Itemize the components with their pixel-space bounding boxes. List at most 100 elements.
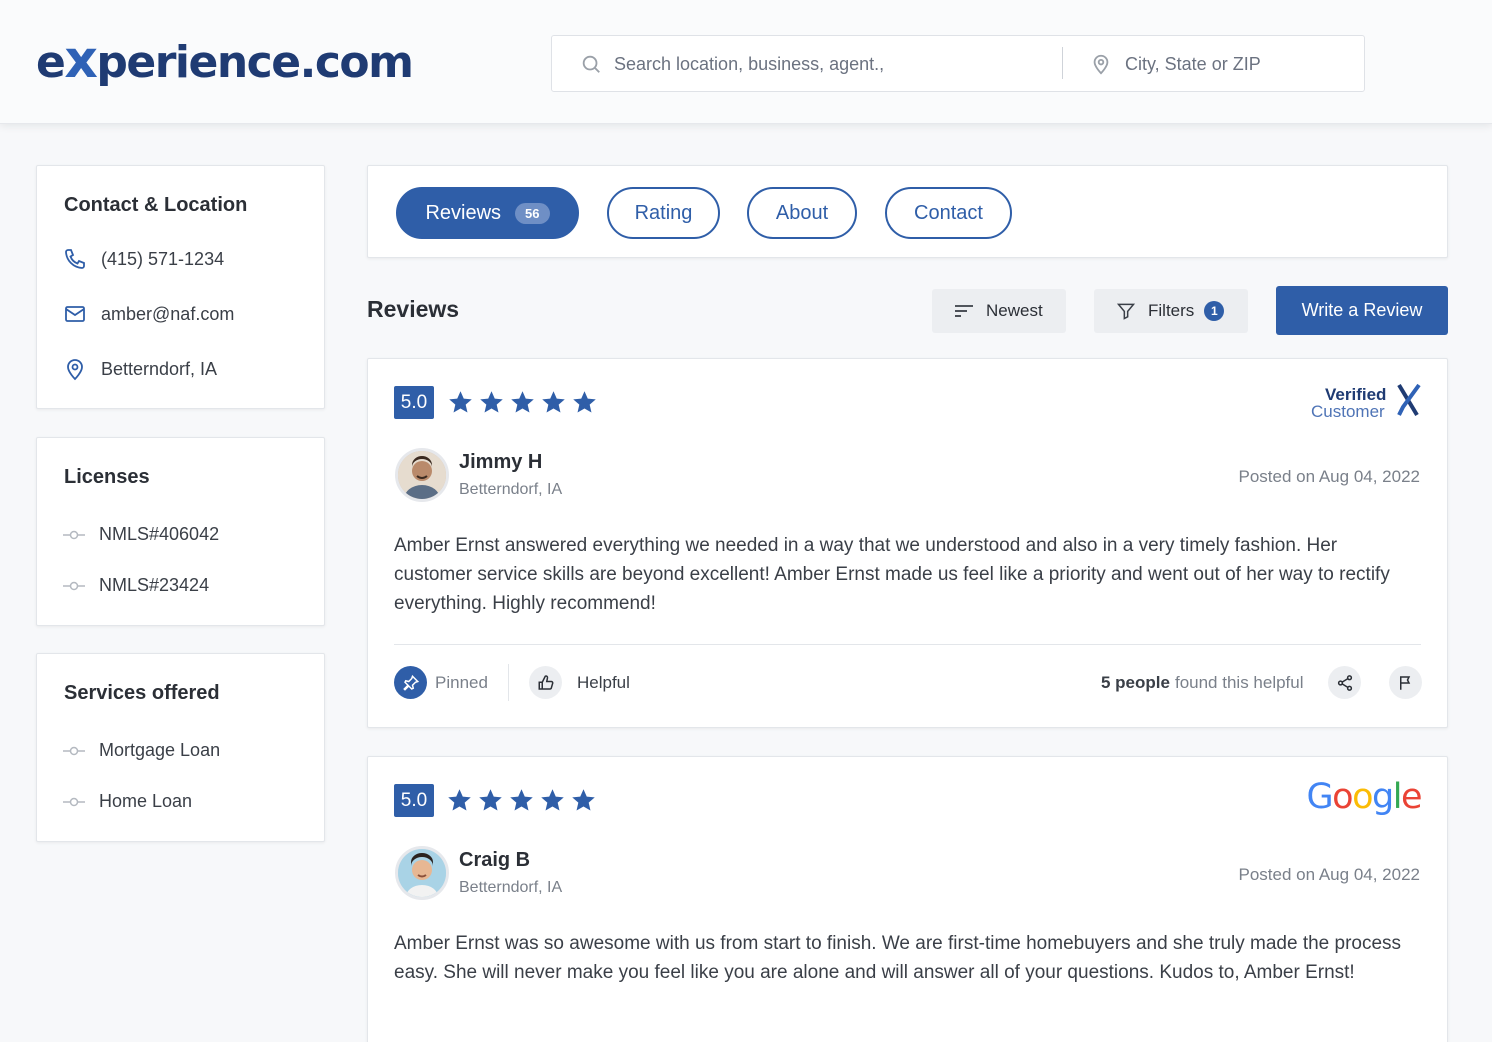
write-review-button[interactable]: Write a Review: [1276, 286, 1448, 335]
review-text: Amber Ernst answered everything we neede…: [394, 535, 1390, 614]
logo-text-pre: e: [36, 37, 66, 88]
site-logo[interactable]: experience.com: [36, 30, 414, 90]
bullet-icon: [63, 746, 85, 755]
verified-customer-badge: Verified Customer: [1311, 383, 1421, 421]
google-logo-text: Google: [1306, 777, 1423, 817]
bullet-icon: [63, 581, 85, 590]
share-icon: [1328, 666, 1361, 699]
google-logo-letter: o: [1332, 777, 1353, 817]
review-card: 5.0 Verified Customer Jimmy H Betterndor…: [367, 358, 1448, 728]
customer-text: Customer: [1311, 402, 1385, 421]
google-logo-letter: g: [1372, 777, 1394, 817]
reviews-count-badge: 56: [515, 202, 550, 224]
sort-label: Newest: [986, 301, 1043, 320]
email-text: amber@naf.com: [101, 303, 235, 324]
tab-contact[interactable]: Contact: [885, 187, 1012, 239]
star-icon: [511, 391, 534, 413]
footer-divider: [508, 664, 509, 701]
star-icon: [449, 391, 472, 413]
tab-about[interactable]: About: [747, 187, 857, 239]
sort-newest-button[interactable]: Newest: [932, 289, 1066, 333]
google-logo-letter: l: [1392, 777, 1403, 817]
star-icon: [542, 391, 565, 413]
tab-reviews[interactable]: Reviews 56: [396, 187, 579, 239]
review-date: Posted on Aug 04, 2022: [1238, 865, 1421, 884]
tab-bar: Reviews 56 Rating About Contact: [367, 165, 1448, 258]
license-item: NMLS#406042: [63, 524, 219, 545]
logo-text-x: x: [64, 30, 98, 90]
search-icon: [582, 55, 600, 73]
top-header: experience.com: [0, 0, 1492, 124]
star-icon: [448, 789, 471, 811]
avatar: [395, 448, 449, 502]
review-divider: [394, 644, 1421, 645]
contact-location: Betterndorf, IA: [63, 357, 217, 381]
star-rating: [446, 787, 597, 814]
reviewer-location: Betterndorf, IA: [459, 481, 563, 498]
location-pin-icon: [67, 359, 83, 381]
reviews-heading: Reviews: [367, 296, 460, 322]
service-text: Home Loan: [99, 791, 193, 811]
google-logo-letter: G: [1306, 777, 1334, 817]
contact-email[interactable]: amber@naf.com: [63, 302, 234, 326]
search-bar: [551, 35, 1365, 92]
filters-label: Filters: [1148, 301, 1195, 320]
review-card: 5.0 Google Craig B Betterndorf, IA Poste…: [367, 756, 1448, 1042]
star-icon: [573, 391, 596, 413]
bullet-icon: [63, 530, 85, 539]
bullet-icon: [63, 797, 85, 806]
google-logo-letter: o: [1352, 777, 1373, 817]
star-icon: [572, 789, 595, 811]
license-text: NMLS#406042: [99, 524, 220, 544]
licenses-title: Licenses: [64, 466, 150, 488]
services-title: Services offered: [64, 682, 220, 704]
pin-icon: [394, 666, 427, 699]
filter-icon: [1116, 303, 1136, 320]
helpful-button[interactable]: Helpful: [529, 666, 630, 699]
mail-icon: [65, 306, 85, 322]
avatar-person-icon: [398, 849, 446, 897]
tab-rating-label: Rating: [634, 201, 693, 224]
report-button[interactable]: [1389, 666, 1422, 699]
google-logo: Google: [1306, 777, 1423, 817]
avatar-person-icon: [398, 451, 446, 499]
license-item: NMLS#23424: [63, 575, 209, 596]
helpful-summary: 5 people found this helpful: [1101, 673, 1304, 693]
phone-icon: [65, 249, 85, 269]
google-logo-letter: e: [1400, 777, 1423, 817]
helpful-suffix: found this helpful: [1174, 673, 1304, 692]
sort-icon: [955, 305, 973, 317]
contact-phone[interactable]: (415) 571-1234: [63, 247, 224, 271]
star-icon: [541, 789, 564, 811]
avatar: [395, 846, 449, 900]
helpful-label: Helpful: [577, 672, 630, 692]
contact-title: Contact & Location: [64, 194, 248, 216]
reviewer-location: Betterndorf, IA: [459, 879, 563, 896]
flag-icon: [1389, 666, 1422, 699]
star-icon: [480, 391, 503, 413]
review-score: 5.0: [394, 386, 434, 419]
x-mark-icon: [1397, 383, 1421, 417]
star-icon: [510, 789, 533, 811]
helpful-count: 5 people: [1101, 673, 1170, 692]
star-icon: [479, 789, 502, 811]
share-button[interactable]: [1328, 666, 1361, 699]
star-rating: [447, 389, 598, 416]
location-input[interactable]: [1125, 52, 1345, 76]
service-item: Mortgage Loan: [63, 740, 220, 761]
filters-button[interactable]: Filters 1: [1094, 289, 1248, 333]
thumbs-up-icon: [529, 666, 562, 699]
license-text: NMLS#23424: [99, 575, 210, 595]
tab-contact-label: Contact: [914, 201, 983, 224]
phone-text: (415) 571-1234: [101, 248, 225, 269]
search-input[interactable]: [614, 52, 1044, 76]
reviewer-name: Jimmy H: [459, 451, 543, 473]
pinned-label: Pinned: [435, 672, 488, 692]
services-card: Services offered Mortgage Loan Home Loan: [36, 653, 325, 842]
search-divider: [1062, 47, 1063, 79]
review-score: 5.0: [394, 784, 434, 817]
review-date: Posted on Aug 04, 2022: [1238, 467, 1421, 486]
review-text: Amber Ernst was so awesome with us from …: [394, 933, 1402, 983]
tab-rating[interactable]: Rating: [607, 187, 720, 239]
tab-reviews-label: Reviews: [425, 201, 502, 224]
